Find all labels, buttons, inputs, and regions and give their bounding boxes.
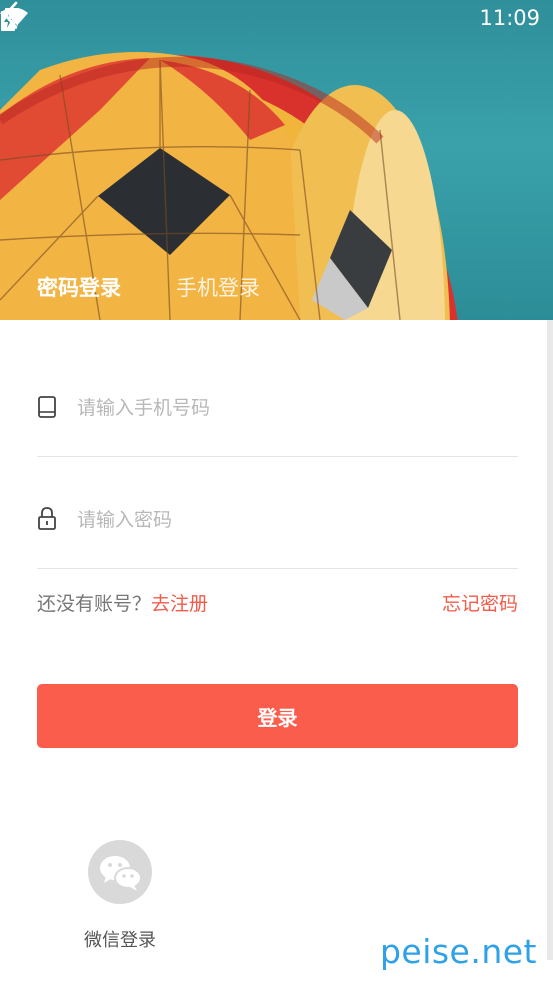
wechat-login-label: 微信登录: [84, 930, 156, 951]
phone-field: [37, 344, 518, 457]
back-chevron-icon[interactable]: [0, 0, 22, 30]
register-link[interactable]: 去注册: [151, 593, 208, 615]
status-time: 11:09: [479, 6, 540, 30]
tab-password-login[interactable]: 密码登录: [37, 272, 121, 302]
forgot-password-link[interactable]: 忘记密码: [442, 589, 518, 616]
password-input[interactable]: [77, 500, 507, 540]
password-field: [37, 456, 518, 569]
phone-icon: [38, 396, 56, 418]
wechat-icon-circle[interactable]: [88, 840, 152, 904]
account-links: 还没有账号？去注册 忘记密码: [37, 589, 518, 619]
status-bar: 11:09: [0, 0, 553, 38]
login-tabs: 密码登录 手机登录: [0, 272, 553, 312]
no-account-text: 还没有账号？: [37, 593, 152, 615]
phone-input[interactable]: [77, 388, 507, 428]
scrollbar[interactable]: [547, 320, 553, 960]
hero-banner: 11:09 密码登录 手机登录: [0, 0, 553, 320]
watermark-text: peise.net: [379, 932, 537, 971]
wechat-icon: [100, 856, 142, 891]
lock-icon: [38, 507, 56, 530]
tab-phone-login[interactable]: 手机登录: [176, 272, 260, 302]
login-button[interactable]: 登录: [37, 684, 518, 748]
wechat-login[interactable]: 微信登录: [80, 840, 160, 951]
